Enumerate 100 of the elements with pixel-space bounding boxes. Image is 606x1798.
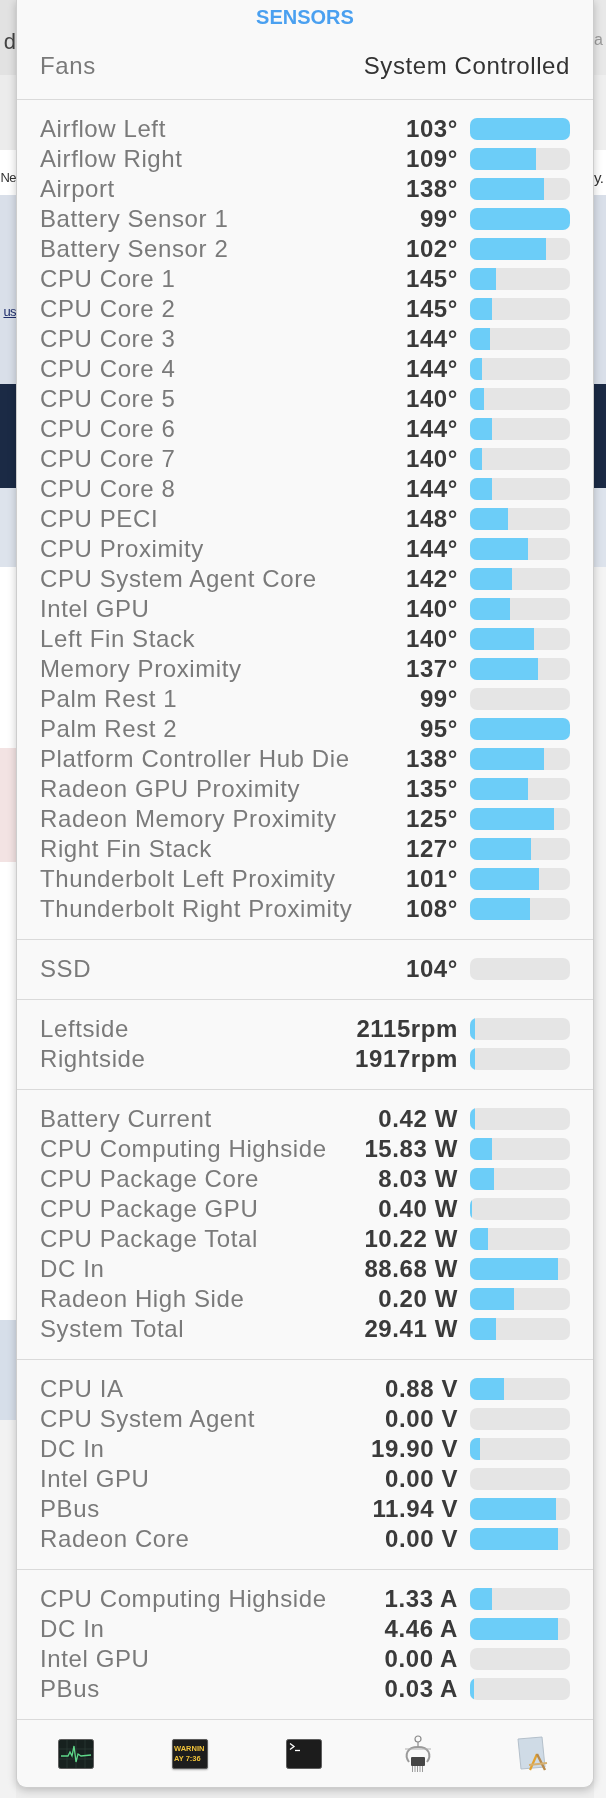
sensor-reading: 144°	[405, 324, 458, 354]
sensor-label: Palm Rest 1	[40, 684, 179, 714]
background-text: d	[3, 30, 16, 54]
sensor-reading: 29.41 W	[364, 1314, 458, 1344]
sensor-label: DC In	[40, 1434, 106, 1464]
sensor-label: Right Fin Stack	[40, 834, 213, 864]
sensor-label: CPU Core 7	[40, 444, 177, 474]
popup-title: SENSORS	[255, 5, 355, 30]
sensor-label: DC In	[40, 1254, 106, 1284]
sensor-reading: 109°	[405, 144, 458, 174]
sensor-label: CPU Computing Highside	[40, 1584, 328, 1614]
sensor-reading: 104°	[405, 954, 458, 984]
sensor-label: Palm Rest 2	[40, 714, 179, 744]
sensor-label: System Total	[40, 1314, 186, 1344]
sensor-reading: 102°	[405, 234, 458, 264]
sensor-label: CPU Package GPU	[40, 1194, 260, 1224]
sensor-reading: 99°	[419, 684, 458, 714]
sensor-reading: 0.00 V	[385, 1524, 458, 1554]
sensor-label: CPU PECI	[40, 504, 160, 534]
heartbeat-monitor-icon[interactable]	[58, 1738, 94, 1769]
sensor-reading: 108°	[405, 894, 458, 924]
sensor-reading: 144°	[405, 474, 458, 504]
sensor-reading: 135°	[405, 774, 458, 804]
sensor-reading: 144°	[405, 414, 458, 444]
sensor-label: CPU Computing Highside	[40, 1134, 328, 1164]
sensor-reading: 95°	[419, 714, 458, 744]
sensor-reading: 101°	[405, 864, 458, 894]
microchip-icon[interactable]	[403, 1734, 433, 1773]
sensor-reading: 145°	[405, 264, 458, 294]
sensor-reading: 1917rpm	[355, 1044, 458, 1074]
sensor-label: Radeon Core	[40, 1524, 191, 1554]
sensor-label: DC In	[40, 1614, 106, 1644]
sensor-label: Platform Controller Hub Die	[40, 744, 351, 774]
sensor-label: CPU Package Core	[40, 1164, 261, 1194]
sensor-label: SSD	[40, 954, 93, 984]
sensor-reading: 148°	[405, 504, 458, 534]
sensor-label: Intel GPU	[40, 594, 151, 624]
sensor-label: Radeon High Side	[40, 1284, 246, 1314]
sensor-reading: 15.83 W	[364, 1134, 458, 1164]
sensor-reading: 19.90 V	[371, 1434, 458, 1464]
sensor-reading: 140°	[405, 384, 458, 414]
sensor-reading: 0.00 V	[385, 1464, 458, 1494]
sensor-reading: 137°	[405, 654, 458, 684]
background-text: y.	[594, 169, 604, 187]
sensor-label: Rightside	[40, 1044, 147, 1074]
sensor-reading: 88.68 W	[364, 1254, 458, 1284]
sensor-label: Thunderbolt Left Proximity	[40, 864, 337, 894]
sensor-reading: 140°	[405, 594, 458, 624]
sensor-reading: 0.03 A	[384, 1674, 458, 1704]
sensor-label: CPU Core 6	[40, 414, 177, 444]
sensor-reading: 138°	[405, 174, 458, 204]
sensor-reading: 8.03 W	[378, 1164, 458, 1194]
sensor-label: CPU Core 8	[40, 474, 177, 504]
sensor-reading: 0.20 W	[378, 1284, 458, 1314]
fans-label: Fans	[40, 51, 96, 81]
sensor-label: CPU Core 3	[40, 324, 177, 354]
sensor-label: CPU Proximity	[40, 534, 205, 564]
sensor-reading: 142°	[405, 564, 458, 594]
sensor-label: Airflow Right	[40, 144, 184, 174]
sensor-label: Battery Sensor 1	[40, 204, 230, 234]
sensor-reading: 144°	[405, 534, 458, 564]
sensor-reading: 138°	[405, 744, 458, 774]
sensor-label: CPU Core 5	[40, 384, 177, 414]
sensor-reading: 140°	[405, 624, 458, 654]
sensor-reading: 0.00 V	[385, 1404, 458, 1434]
page-link[interactable]: us	[3, 304, 16, 320]
sensor-reading: 11.94 V	[372, 1494, 458, 1524]
sensor-label: Leftside	[40, 1014, 130, 1044]
sensor-label: Intel GPU	[40, 1464, 151, 1494]
blueprint-pencil-icon[interactable]	[515, 1735, 549, 1772]
sensor-label: PBus	[40, 1494, 101, 1524]
sensor-label: CPU System Agent	[40, 1404, 257, 1434]
sensor-reading: 1.33 A	[384, 1584, 458, 1614]
sensor-reading: 4.46 A	[384, 1614, 458, 1644]
sensor-label: Intel GPU	[40, 1644, 151, 1674]
sensor-label: PBus	[40, 1674, 101, 1704]
sensor-reading: 144°	[405, 354, 458, 384]
sensor-label: Memory Proximity	[40, 654, 243, 684]
sensor-reading: 99°	[419, 204, 458, 234]
sensor-reading: 127°	[405, 834, 458, 864]
sensor-reading: 10.22 W	[364, 1224, 458, 1254]
sensor-label: Battery Current	[40, 1104, 213, 1134]
sensor-label: Airport	[40, 174, 116, 204]
sensor-label: CPU System Agent Core	[40, 564, 318, 594]
background-text: Ne	[0, 170, 16, 186]
sensor-label: CPU Core 1	[40, 264, 177, 294]
sensor-reading: 0.42 W	[378, 1104, 458, 1134]
fan-mode-value: System Controlled	[363, 51, 570, 81]
sensor-label: Radeon Memory Proximity	[40, 804, 338, 834]
sensor-label: CPU Package Total	[40, 1224, 259, 1254]
sensor-reading: 0.40 W	[378, 1194, 458, 1224]
sensor-reading: 2115rpm	[356, 1014, 458, 1044]
sensor-reading: 145°	[405, 294, 458, 324]
terminal-icon[interactable]	[286, 1738, 322, 1769]
sensor-reading: 140°	[405, 444, 458, 474]
sensor-label: Left Fin Stack	[40, 624, 197, 654]
sensor-label: CPU Core 2	[40, 294, 177, 324]
sensor-reading: 125°	[405, 804, 458, 834]
sensor-label: Battery Sensor 2	[40, 234, 230, 264]
sensor-reading: 103°	[405, 114, 458, 144]
